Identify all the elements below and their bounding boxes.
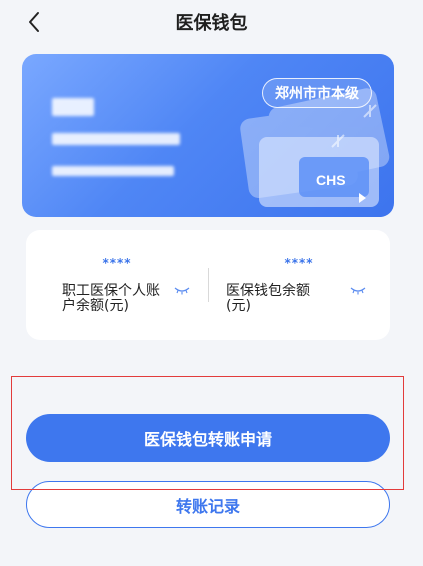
top-bar: 医保钱包	[0, 0, 423, 44]
wallet-balance: **** 医保钱包余额(元)	[208, 230, 390, 340]
balance-label: 职工医保个人账户余额(元)	[62, 283, 160, 314]
page-title: 医保钱包	[175, 13, 248, 34]
masked-id-number	[52, 133, 180, 145]
personal-account-balance: **** 职工医保个人账户余额(元)	[26, 230, 208, 340]
card-play-icon[interactable]	[359, 193, 366, 203]
balance-panel: **** 职工医保个人账户余额(元) **** 医保钱包余额(元)	[26, 230, 390, 340]
eye-closed-icon[interactable]	[350, 287, 366, 295]
masked-name	[52, 98, 94, 116]
back-button[interactable]	[20, 8, 48, 36]
balance-label: 医保钱包余额(元)	[226, 283, 310, 314]
chevron-left-icon	[29, 12, 39, 32]
masked-card-number	[52, 166, 174, 176]
balance-value: ****	[102, 256, 132, 270]
insurance-card: 郑州市市本级 CHS	[22, 54, 394, 217]
transfer-records-button[interactable]: 转账记录	[26, 481, 390, 528]
card-logo: CHS	[316, 172, 346, 188]
eye-closed-icon[interactable]	[174, 287, 190, 295]
transfer-apply-button[interactable]: 医保钱包转账申请	[26, 414, 390, 462]
balance-value: ****	[284, 256, 314, 270]
